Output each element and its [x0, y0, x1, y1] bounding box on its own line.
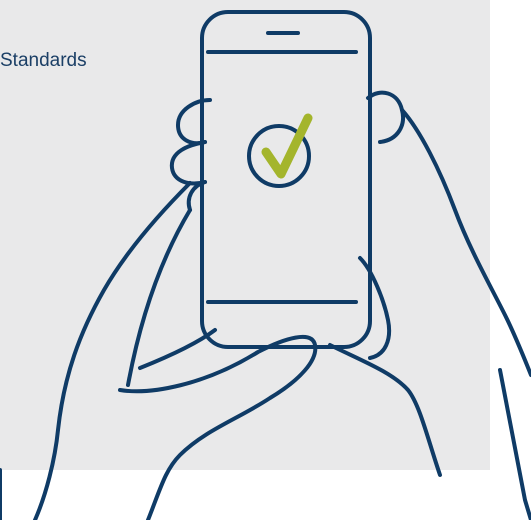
- right-palm-outline: [400, 108, 531, 377]
- left-hand-outline: [33, 181, 192, 520]
- hands-holding-phone-illustration: [0, 10, 531, 520]
- phone-body: [200, 10, 372, 349]
- right-wrist-outline: [498, 368, 531, 520]
- right-finger-top: [366, 90, 405, 144]
- check-circle-icon: [247, 113, 313, 188]
- left-lower-finger: [138, 328, 217, 370]
- left-finger-top: [176, 98, 212, 146]
- right-thumb-outline: [358, 256, 391, 360]
- illustration-card: Standards: [0, 0, 531, 520]
- right-hand-lower: [328, 343, 442, 477]
